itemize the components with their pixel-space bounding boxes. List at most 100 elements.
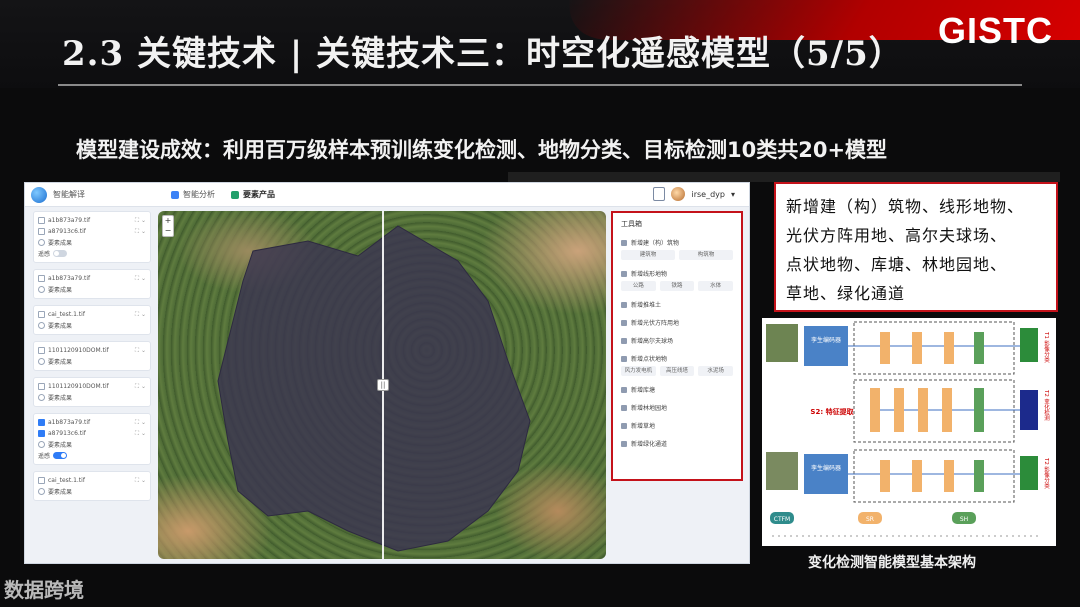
toolbox-item[interactable]: 新增库塘: [621, 385, 733, 394]
toolbox-item[interactable]: 新增绿化通道: [621, 439, 733, 448]
toolbox-item[interactable]: 新增草地: [621, 421, 733, 430]
map-view[interactable]: + − ||: [158, 211, 606, 559]
layer-row[interactable]: 要素成果: [38, 439, 146, 450]
layer-checkbox[interactable]: [38, 347, 45, 354]
toolbox-subtype-button[interactable]: 高压线塔: [659, 366, 695, 376]
cfm-modules: [870, 332, 954, 492]
layer-options-icon[interactable]: ⛶ ⌄: [135, 217, 146, 225]
toolbox-subtype-button[interactable]: 构筑物: [679, 250, 733, 260]
tab-label: 智能分析: [183, 190, 215, 199]
toolbox-item[interactable]: 新增推堆土: [621, 300, 733, 309]
layer-options-icon[interactable]: ⛶ ⌄: [135, 430, 146, 438]
layer-options-icon[interactable]: ⛶ ⌄: [135, 275, 146, 283]
app-header: 智能解译 智能分析 要素产品 irse_dyp ▾: [25, 183, 749, 207]
toolbox-subtype-button[interactable]: 铁路: [659, 281, 695, 291]
layer-options-icon[interactable]: ⛶ ⌄: [135, 347, 146, 355]
layer-options-icon[interactable]: ⛶ ⌄: [135, 311, 146, 319]
layer-row[interactable]: 1101120910DOM.tif ⛶ ⌄: [38, 345, 146, 356]
layer-checkbox[interactable]: [38, 419, 45, 426]
chevron-down-icon[interactable]: ▾: [731, 190, 735, 199]
tool-icon: [621, 440, 627, 447]
t2-output-map: [1020, 456, 1038, 490]
layer-options-icon[interactable]: ⛶ ⌄: [135, 383, 146, 391]
layer-card: 1101120910DOM.tif ⛶ ⌄ 要素成果: [33, 377, 151, 407]
swipe-handle[interactable]: ||: [377, 379, 389, 391]
tool-icon: [621, 386, 627, 393]
layer-row[interactable]: a87913c6.tif ⛶ ⌄: [38, 428, 146, 439]
architecture-svg: 孪生编码器 孪生编码器 S2: 特征提取 T1 影像分类 T2 变化检测 T2 …: [766, 321, 1050, 537]
tab-analysis[interactable]: 智能分析: [171, 189, 215, 200]
toolbox-button-group: 风力发电机 高压线塔 水泥场: [621, 366, 734, 376]
layer-row[interactable]: a1b873a79.tif ⛶ ⌄: [38, 273, 146, 284]
toolbox-subtype-button[interactable]: 公路: [621, 281, 656, 291]
layer-radio[interactable]: [38, 239, 45, 246]
legend-sr: SR: [866, 516, 874, 523]
tool-icon: [621, 270, 627, 277]
tool-icon: [621, 301, 627, 308]
user-area[interactable]: irse_dyp ▾: [653, 187, 735, 201]
toolbox-item[interactable]: 新增建（构）筑物: [621, 238, 733, 247]
products-icon: [231, 190, 239, 199]
toolbox-item-label: 新增库塘: [631, 387, 656, 394]
toolbox-subtype-button[interactable]: 风力发电机: [621, 366, 656, 376]
layer-radio[interactable]: [38, 322, 45, 329]
layer-row[interactable]: cai_test.1.tif ⛶ ⌄: [38, 475, 146, 486]
layer-card: cai_test.1.tif ⛶ ⌄ 要素成果: [33, 471, 151, 501]
layer-row[interactable]: 要素成果: [38, 320, 146, 331]
layer-label: 要素成果: [48, 359, 73, 366]
layer-options-icon[interactable]: ⛶ ⌄: [135, 228, 146, 236]
layer-checkbox[interactable]: [38, 477, 45, 484]
layer-row[interactable]: 要素成果: [38, 237, 146, 248]
toolbox-item[interactable]: 新增线形地物: [621, 269, 733, 278]
layer-checkbox[interactable]: [38, 275, 45, 282]
layer-row[interactable]: 1101120910DOM.tif ⛶ ⌄: [38, 381, 146, 392]
layer-label: 遥感: [38, 251, 51, 258]
stage-frame-top: [853, 321, 1015, 375]
document-icon[interactable]: [653, 187, 666, 201]
layer-radio[interactable]: [38, 394, 45, 401]
layer-radio[interactable]: [38, 488, 45, 495]
layer-row[interactable]: a1b873a79.tif ⛶ ⌄: [38, 417, 146, 428]
zoom-control[interactable]: + −: [162, 215, 174, 237]
app-window: 智能解译 智能分析 要素产品 irse_dyp ▾ a1b873a79.tif ⛶…: [24, 182, 750, 564]
toolbox-item[interactable]: 新增光伏方阵用地: [621, 318, 733, 327]
layer-radio[interactable]: [38, 358, 45, 365]
layer-row[interactable]: 要素成果: [38, 392, 146, 403]
layer-row[interactable]: 遥感: [38, 248, 146, 259]
layer-checkbox[interactable]: [38, 311, 45, 318]
layer-row[interactable]: a87913c6.tif ⛶ ⌄: [38, 226, 146, 237]
callout-line: 新增建（构）筑物、线形地物、: [786, 197, 1025, 216]
tab-label: 要素产品: [243, 190, 275, 199]
layer-checkbox[interactable]: [38, 430, 45, 437]
layer-radio[interactable]: [38, 286, 45, 293]
layer-row[interactable]: a1b873a79.tif ⛶ ⌄: [38, 215, 146, 226]
layer-toggle[interactable]: [53, 250, 68, 257]
tab-products[interactable]: 要素产品: [231, 189, 275, 200]
feature-callout: 新增建（构）筑物、线形地物、 光伏方阵用地、高尔夫球场、 点状地物、库塘、林地园…: [774, 182, 1058, 312]
avatar[interactable]: [671, 187, 686, 201]
layer-options-icon[interactable]: ⛶ ⌄: [135, 419, 146, 427]
toolbox-item[interactable]: 新增高尔夫球场: [621, 336, 733, 345]
toolbox-subtype-button[interactable]: 建筑物: [621, 250, 675, 260]
layer-row[interactable]: cai_test.1.tif ⛶ ⌄: [38, 309, 146, 320]
layer-card: a1b873a79.tif ⛶ ⌄ a87913c6.tif ⛶ ⌄ 要素成果 遥感: [33, 413, 151, 465]
layer-label: a1b873a79.tif: [48, 419, 91, 426]
layer-checkbox[interactable]: [38, 217, 45, 224]
layer-row[interactable]: 要素成果: [38, 356, 146, 367]
layer-toggle[interactable]: [53, 452, 68, 459]
layer-row[interactable]: 遥感: [38, 450, 146, 461]
layer-row[interactable]: 要素成果: [38, 284, 146, 295]
layer-checkbox[interactable]: [38, 228, 45, 235]
layer-panel: a1b873a79.tif ⛶ ⌄ a87913c6.tif ⛶ ⌄ 要素成果 遥感 a1b…: [33, 211, 151, 561]
toolbox-item[interactable]: 新增点状地物: [621, 354, 733, 363]
layer-options-icon[interactable]: ⛶ ⌄: [135, 477, 146, 485]
layer-checkbox[interactable]: [38, 383, 45, 390]
toolbox-subtype-button[interactable]: 水体: [698, 281, 734, 291]
layer-radio[interactable]: [38, 441, 45, 448]
layer-row[interactable]: 要素成果: [38, 486, 146, 497]
layer-label: a87913c6.tif: [48, 430, 86, 437]
callout-line: 光伏方阵用地、高尔夫球场、: [786, 226, 1008, 245]
toolbox-item[interactable]: 新增林地园地: [621, 403, 733, 412]
toolbox-subtype-button[interactable]: 水泥场: [698, 366, 734, 376]
app-name: 智能解译: [53, 190, 85, 199]
